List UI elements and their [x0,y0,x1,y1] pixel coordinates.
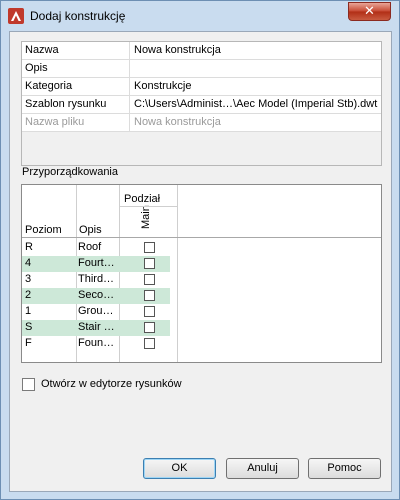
property-row-template[interactable]: Szablon rysunku C:\Users\Administ…\Aec M… [22,96,381,114]
assignments-grid: Poziom Opis Podział Main R Roof 4 Fourt… [21,184,382,363]
row-description: Fourt… [78,257,115,269]
row-level: R [25,241,33,253]
column-divider [177,185,178,362]
row-main-checkbox[interactable] [144,258,155,269]
property-row-description[interactable]: Opis [22,60,381,78]
row-level: S [25,321,33,333]
table-row[interactable]: R Roof [22,240,170,256]
row-main-checkbox[interactable] [144,274,155,285]
row-level: 4 [25,257,32,269]
property-name: Nazwa pliku [25,116,85,128]
properties-grid: Nazwa Nowa konstrukcja Opis Kategoria Ko… [21,41,382,166]
window-title: Dodaj konstrukcję [30,9,126,23]
column-divider [129,96,130,113]
row-level: F [25,337,32,349]
table-row[interactable]: S Stair … [22,320,170,336]
open-in-editor-label[interactable]: Otwórz w edytorze rysunków [41,378,182,390]
property-name: Opis [25,62,48,74]
property-value-template-path[interactable]: C:\Users\Administ…\Aec Model (Imperial S… [134,98,377,110]
header-division-main[interactable]: Main [140,205,152,229]
header-division-group: Podział [124,193,161,205]
help-button[interactable]: Pomoc [308,458,381,479]
close-icon: ✕ [364,4,375,19]
assignments-label: Przyporządkowania [22,166,118,178]
table-row[interactable]: 3 Third… [22,272,170,288]
autocad-app-icon [8,8,24,24]
property-value-category-select[interactable]: Konstrukcje [134,80,191,92]
row-main-checkbox[interactable] [144,290,155,301]
row-description: Roof [78,241,102,253]
row-main-checkbox[interactable] [144,306,155,317]
row-level: 2 [25,289,32,301]
header-description[interactable]: Opis [79,224,102,236]
row-description: Stair … [78,321,115,333]
table-row[interactable]: 1 Grou… [22,304,170,320]
grid-header: Poziom Opis Podział Main [22,185,381,362]
property-row-filename: Nazwa pliku Nowa konstrukcja [22,114,381,132]
property-name: Szablon rysunku [25,98,107,110]
row-level: 3 [25,273,32,285]
property-row-category[interactable]: Kategoria Konstrukcje [22,78,381,96]
close-button[interactable]: ✕ [348,2,391,21]
cancel-button[interactable]: Anuluj [226,458,299,479]
open-in-editor-checkbox[interactable] [22,378,35,391]
property-value-name-input[interactable]: Nowa konstrukcja [134,44,221,56]
header-level[interactable]: Poziom [25,224,62,236]
row-description: Foun… [78,337,115,349]
title-bar[interactable]: Dodaj konstrukcję ✕ [1,1,399,31]
table-row[interactable]: 4 Fourt… [22,256,170,272]
header-divider [119,206,177,207]
column-divider [129,78,130,95]
row-main-checkbox[interactable] [144,322,155,333]
ok-button[interactable]: OK [143,458,216,479]
column-divider [129,60,130,77]
row-main-checkbox[interactable] [144,242,155,253]
column-divider [129,114,130,131]
row-description: Seco… [78,289,115,301]
row-level: 1 [25,305,32,317]
dialog-window: Dodaj konstrukcję ✕ Nazwa Nowa konstrukc… [0,0,400,500]
property-value-filename: Nowa konstrukcja [134,116,221,128]
table-row[interactable]: 2 Seco… [22,288,170,304]
row-description: Grou… [78,305,114,317]
row-description: Third… [78,273,115,285]
header-divider [22,237,381,238]
table-row[interactable]: F Foun… [22,336,170,352]
property-name: Kategoria [25,80,73,92]
property-row-name[interactable]: Nazwa Nowa konstrukcja [22,42,381,60]
column-divider [129,42,130,59]
dialog-client-area: Nazwa Nowa konstrukcja Opis Kategoria Ko… [9,31,392,492]
row-main-checkbox[interactable] [144,338,155,349]
property-name: Nazwa [25,44,59,56]
